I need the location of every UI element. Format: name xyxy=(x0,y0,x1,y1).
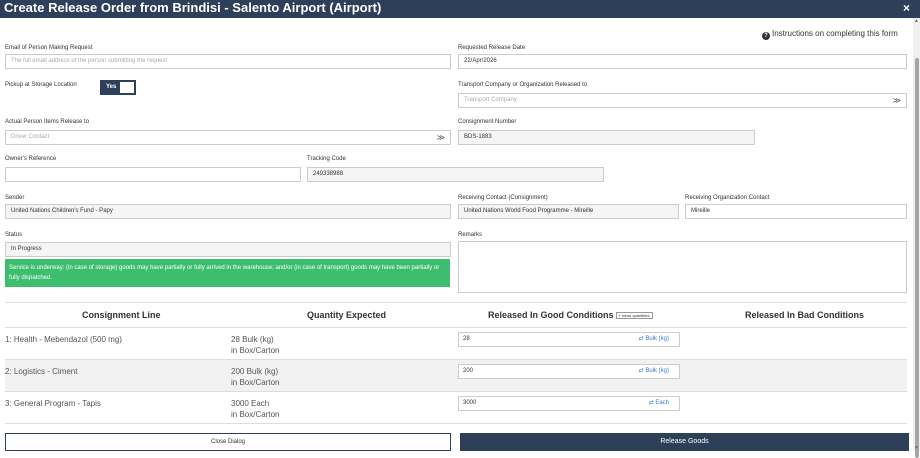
tracking-code-label: Tracking Code xyxy=(307,156,346,162)
header-quantity-expected: Quantity Expected xyxy=(307,310,387,320)
sender-input[interactable]: United Nations Children's Fund - Papy xyxy=(5,204,451,219)
close-icon[interactable]: × xyxy=(903,0,910,16)
new-quantities-button[interactable]: + news quantities xyxy=(615,312,653,319)
good-quantity-input[interactable]: 3000 ⇄ Each xyxy=(458,396,680,411)
table-row: 2: Logistics - Ciment 200 Bulk (kg) in B… xyxy=(5,360,907,392)
table-row: 1: Health - Mebendazol (500 mg) 28 Bulk … xyxy=(5,328,907,360)
scroll-up-icon[interactable]: ▲ xyxy=(914,18,919,24)
requested-release-date-label: Requested Release Date xyxy=(458,45,526,51)
row-expected: 28 Bulk (kg) xyxy=(231,335,274,344)
row-pack: in Box/Carton xyxy=(231,346,280,355)
scroll-down-icon[interactable]: ▼ xyxy=(914,445,919,451)
owners-reference-input[interactable] xyxy=(5,167,301,182)
pickup-toggle-label: Yes xyxy=(106,84,117,90)
row-expected: 3000 Each xyxy=(231,399,270,408)
vertical-scrollbar[interactable]: ▲ ▼ xyxy=(913,18,920,458)
consignment-number-input[interactable]: BDS-1883 xyxy=(458,130,755,145)
status-label: Status xyxy=(5,232,23,238)
header-released-good: Released In Good Conditions + news quanti… xyxy=(488,310,653,320)
release-goods-button[interactable]: Release Goods xyxy=(460,433,909,451)
swap-icon: ⇄ xyxy=(638,368,644,374)
chevron-down-icon: ≫ xyxy=(436,133,445,142)
unit-switch[interactable]: ⇄ Bulk (kg) xyxy=(639,333,669,346)
scrollbar-thumb[interactable] xyxy=(915,58,919,458)
receiving-org-contact-input[interactable]: Mireille xyxy=(685,204,907,219)
pickup-label: Pickup at Storage Location xyxy=(5,82,77,88)
row-pack: in Box/Carton xyxy=(231,410,280,419)
tracking-code-input[interactable]: 249338988 xyxy=(307,167,604,182)
row-line: 2: Logistics - Ciment xyxy=(5,367,78,376)
instructions-link[interactable]: ? Instructions on completing this form xyxy=(762,29,898,40)
email-label: Email of Person Making Request xyxy=(5,45,93,51)
dialog-title: Create Release Order from Brindisi - Sal… xyxy=(4,0,382,15)
close-dialog-button[interactable]: Close Dialog xyxy=(5,433,451,451)
row-line: 1: Health - Mebendazol (500 mg) xyxy=(5,335,122,344)
dialog-content: ? Instructions on completing this form Em… xyxy=(0,18,913,451)
remarks-label: Remarks xyxy=(458,232,483,238)
transport-company-select[interactable]: Transport Company ≫ xyxy=(458,93,907,108)
status-input: In Progress xyxy=(5,242,451,257)
toggle-knob xyxy=(120,82,134,93)
consignment-number-label: Consignment Number xyxy=(458,119,517,125)
actual-person-select[interactable]: Driver Contact ≫ xyxy=(5,130,451,145)
dialog-titlebar: Create Release Order from Brindisi - Sal… xyxy=(0,0,920,18)
sender-label: Sender xyxy=(5,195,25,201)
unit-switch[interactable]: ⇄ Bulk (kg) xyxy=(639,365,669,378)
header-released-bad: Released In Bad Conditions xyxy=(745,310,865,320)
question-circle-icon: ? xyxy=(762,32,770,40)
swap-icon: ⇄ xyxy=(648,400,654,406)
good-quantity-input[interactable]: 200 ⇄ Bulk (kg) xyxy=(458,364,680,379)
swap-icon: ⇄ xyxy=(638,336,644,342)
requested-release-date-input[interactable]: 22/Apr/2026 xyxy=(458,54,907,69)
unit-switch[interactable]: ⇄ Each xyxy=(649,397,669,410)
receiving-org-contact-label: Receiving Organization Contact xyxy=(685,195,770,201)
status-description-banner: Service is underway: (in case of storage… xyxy=(5,259,450,287)
actual-person-label: Actual Person Items Release to xyxy=(5,119,90,125)
pickup-toggle[interactable]: Yes xyxy=(100,80,136,95)
header-consignment-line: Consignment Line xyxy=(82,310,161,320)
owners-reference-label: Owner's Reference xyxy=(5,156,57,162)
row-line: 3: General Program - Tapis xyxy=(5,399,101,408)
email-input[interactable]: The full email address of the person sub… xyxy=(5,54,451,69)
transport-company-label: Transport Company or Organization Releas… xyxy=(458,82,588,88)
consignment-table-header: Consignment Line Quantity Expected Relea… xyxy=(5,302,907,328)
receiving-contact-input[interactable]: United Nations World Food Programme - Mi… xyxy=(458,204,679,219)
row-expected: 200 Bulk (kg) xyxy=(231,367,279,376)
table-row: 3: General Program - Tapis 3000 Each in … xyxy=(5,392,907,424)
remarks-textarea[interactable] xyxy=(458,241,907,293)
row-pack: in Box/Carton xyxy=(231,378,280,387)
receiving-contact-label: Receiving Contact (Consignment) xyxy=(458,195,548,201)
good-quantity-input[interactable]: 28 ⇄ Bulk (kg) xyxy=(458,332,680,347)
chevron-down-icon: ≫ xyxy=(892,96,901,105)
